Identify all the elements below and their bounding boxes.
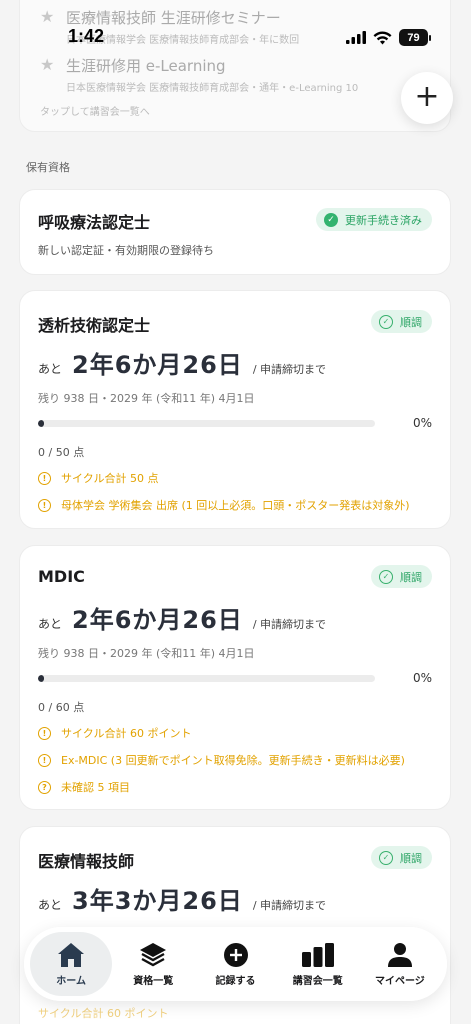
status-time: 1:42 — [68, 26, 105, 46]
plus-circle-icon — [223, 942, 248, 967]
check-circle-icon: ✓ — [379, 850, 393, 865]
remaining-days: 残り 938 日・2029 年 (令和11 年) 4月1日 — [38, 392, 255, 405]
seminar-subtitle: 日本医療情報学会 医療情報技師育成部会・通年・e-Learning 10 — [66, 83, 359, 94]
qualification-card[interactable]: MDIC ✓ 順調 あと 2年6か月26日 / 申請締切まで 残り 938 日・… — [19, 545, 451, 810]
plus-icon: + — [414, 79, 440, 114]
deadline-value: 2年6か月26日 — [72, 606, 243, 634]
points: 0 / 60 点 — [38, 701, 85, 714]
deadline: あと 2年6か月26日 / 申請締切まで — [38, 600, 326, 635]
person-icon — [387, 942, 412, 967]
progress-fill — [38, 420, 44, 427]
tab-bar: ホーム 資格一覧 記録する 講習会一覧 マイページ — [24, 927, 447, 1001]
qualification-card[interactable]: 呼吸療法認定士 ✓ 更新手続き済み 新しい認定証・有効期限の登録待ち — [19, 189, 451, 275]
deadline-suffix: / 申請締切まで — [252, 618, 327, 631]
status-badge: ✓ 順調 — [371, 565, 432, 588]
home-icon — [58, 942, 85, 967]
deadline-suffix: / 申請締切まで — [252, 363, 327, 376]
tab-label: 記録する — [215, 975, 256, 987]
seminar-title: 医療情報技師 生涯研修セミナー — [66, 9, 281, 27]
deadline-value: 2年6か月26日 — [72, 351, 243, 379]
seminar-item[interactable]: ★ 生涯研修用 e-Learning 日本医療情報学会 医療情報技師育成部会・通… — [40, 55, 358, 94]
warning-text: Ex-MDIC (3 回更新でポイント取得免除。更新手続き・更新料は必要) — [61, 754, 405, 767]
status-icons: 79 — [346, 29, 431, 46]
deadline-prefix: あと — [38, 898, 63, 912]
progress-fill — [38, 675, 44, 682]
seminar-card[interactable]: ★ 医療情報技師 生涯研修セミナー 日本医療情報学会 医療情報技師育成部会・年に… — [19, 0, 451, 132]
tab-record[interactable]: 記録する — [194, 932, 276, 996]
card-title: 透析技術認定士 — [38, 316, 151, 335]
warning-item: ! サイクル合計 60 ポイント — [38, 725, 191, 741]
warning-text: 母体学会 学術集会 出席 (1 回以上必須。口頭・ポスター発表は対象外) — [61, 499, 410, 512]
battery-icon: 79 — [399, 29, 428, 46]
tab-label: マイページ — [375, 975, 425, 987]
progress-bar — [38, 675, 375, 682]
status-bar: 1:42 79 — [0, 26, 471, 52]
badge-label: 順調 — [400, 570, 422, 584]
deadline-suffix: / 申請締切まで — [252, 899, 327, 912]
layers-icon — [140, 942, 167, 966]
alert-icon: ! — [38, 471, 51, 485]
status-badge: ✓ 更新手続き済み — [316, 208, 432, 231]
signal-icon — [346, 31, 366, 44]
tab-qualifications[interactable]: 資格一覧 — [112, 932, 194, 996]
check-circle-icon: ✓ — [379, 569, 393, 584]
warning-item: ! 母体学会 学術集会 出席 (1 回以上必須。口頭・ポスター発表は対象外) — [38, 497, 410, 513]
warning-item: ? 未確認 5 項目 — [38, 779, 130, 795]
section-label: 保有資格 — [26, 161, 70, 174]
warning-text: サイクル合計 60 ポイント — [61, 727, 192, 740]
alert-icon: ! — [38, 498, 51, 512]
battery-tip — [429, 34, 431, 41]
star-icon[interactable]: ★ — [40, 55, 66, 94]
add-button[interactable]: + — [401, 72, 453, 124]
tab-label: ホーム — [56, 975, 86, 987]
question-icon: ? — [38, 780, 51, 794]
progress-percent: 0% — [412, 671, 432, 685]
seminar-list-link[interactable]: タップして講習会一覧へ — [40, 103, 150, 118]
deadline: あと 2年6か月26日 / 申請締切まで — [38, 345, 326, 380]
badge-label: 更新手続き済み — [345, 213, 422, 227]
tab-home[interactable]: ホーム — [30, 932, 113, 996]
check-circle-icon: ✓ — [379, 314, 393, 329]
tab-mypage[interactable]: マイページ — [359, 932, 441, 996]
status-badge: ✓ 順調 — [371, 846, 432, 869]
tab-label: 講習会一覧 — [292, 975, 343, 987]
warning-text: 未確認 5 項目 — [61, 781, 130, 794]
card-title: MDIC — [38, 567, 85, 586]
status-badge: ✓ 順調 — [371, 310, 432, 333]
deadline-prefix: あと — [38, 362, 63, 376]
remaining-days: 残り 938 日・2029 年 (令和11 年) 4月1日 — [38, 647, 255, 660]
progress-percent: 0% — [412, 416, 432, 430]
obscured-warning-text: サイクル合計 60 ポイント — [38, 1007, 169, 1020]
battery-level: 79 — [407, 31, 420, 44]
badge-label: 順調 — [400, 851, 422, 865]
qualification-card[interactable]: 透析技術認定士 ✓ 順調 あと 2年6か月26日 / 申請締切まで 残り 938… — [19, 290, 451, 529]
card-note: 新しい認定証・有効期限の登録待ち — [38, 244, 214, 257]
bar-chart-icon — [301, 942, 334, 967]
warning-item: ! サイクル合計 50 点 — [38, 470, 158, 486]
card-title: 医療情報技師 — [38, 852, 135, 871]
tab-seminars[interactable]: 講習会一覧 — [277, 932, 359, 996]
points: 0 / 50 点 — [38, 446, 85, 459]
alert-icon: ! — [38, 753, 51, 767]
badge-label: 順調 — [400, 315, 422, 329]
deadline-value: 3年3か月26日 — [72, 887, 243, 915]
seminar-title: 生涯研修用 e-Learning — [66, 57, 226, 75]
alert-icon: ! — [38, 726, 51, 740]
card-title: 呼吸療法認定士 — [38, 213, 151, 232]
wifi-icon — [373, 31, 392, 44]
check-circle-icon: ✓ — [324, 212, 338, 227]
progress-bar — [38, 420, 375, 427]
deadline-prefix: あと — [38, 617, 63, 631]
warning-text: サイクル合計 50 点 — [61, 472, 159, 485]
tab-label: 資格一覧 — [133, 975, 174, 987]
deadline: あと 3年3か月26日 / 申請締切まで — [38, 881, 326, 916]
warning-item: ! Ex-MDIC (3 回更新でポイント取得免除。更新手続き・更新料は必要) — [38, 752, 405, 768]
